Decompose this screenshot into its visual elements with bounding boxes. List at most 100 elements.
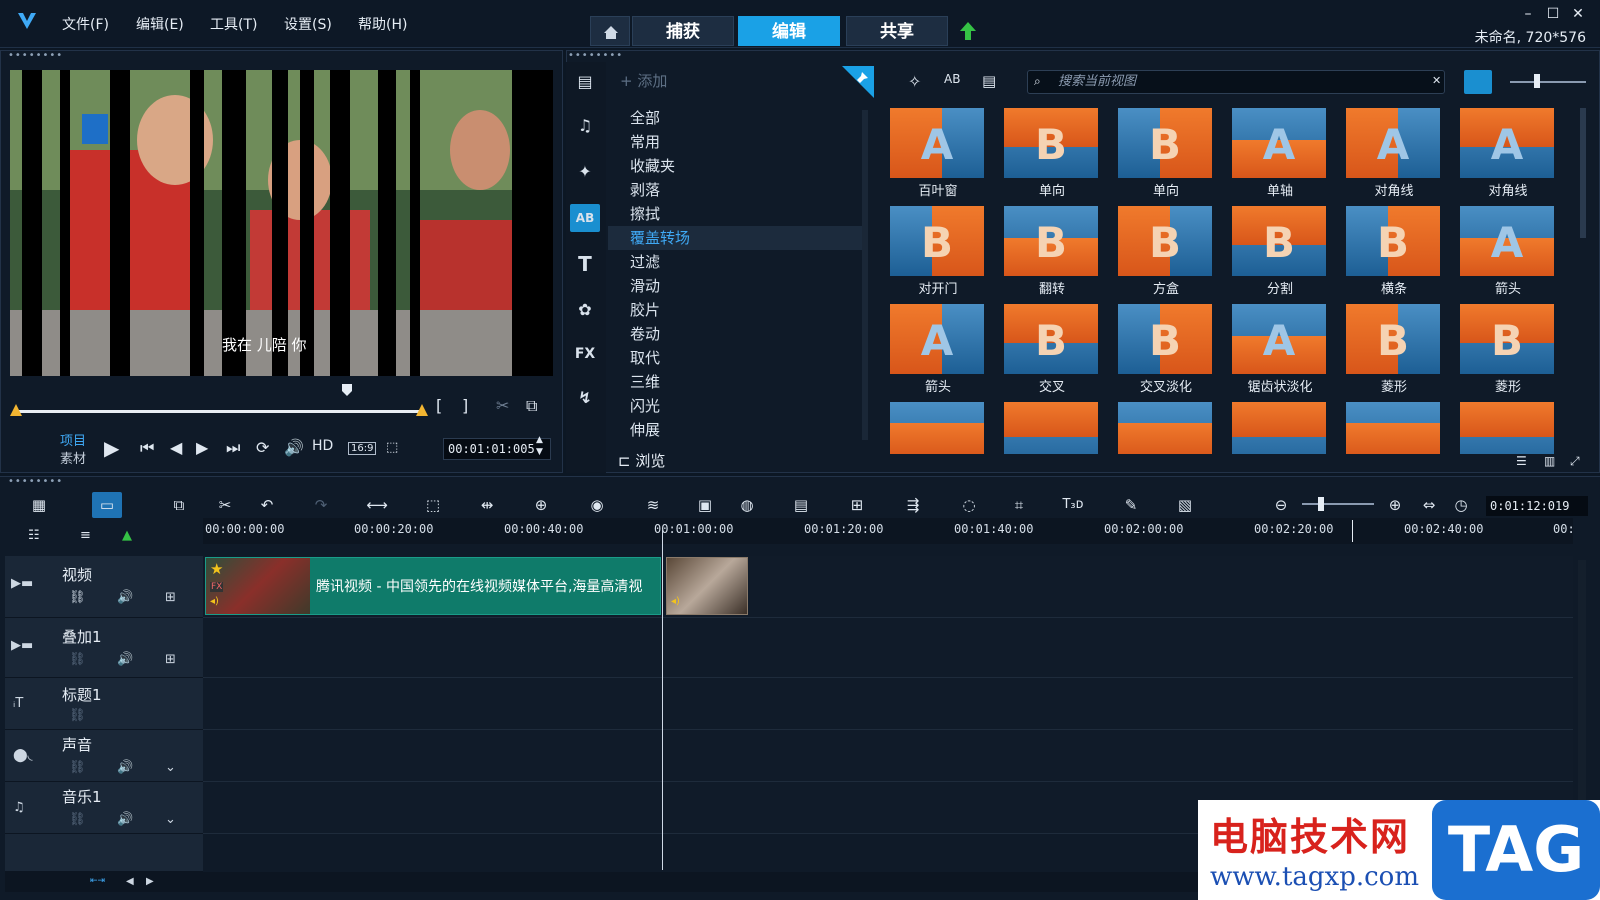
link-icon[interactable]: ⛓	[69, 760, 86, 775]
transition-thumbnail[interactable]: B 方盒	[1110, 204, 1222, 297]
category-item-active[interactable]: 覆盖转场	[608, 226, 862, 250]
mask-icon[interactable]: ◍	[732, 492, 762, 518]
timeline-timecode[interactable]: 0:01:12:019	[1486, 496, 1588, 516]
duration-clock-icon[interactable]: ◷	[1446, 492, 1476, 518]
mark-out-button[interactable]: ]	[462, 396, 468, 415]
filter-fx-icon[interactable]: FX	[570, 340, 600, 368]
tools-icon[interactable]: ✂	[210, 492, 240, 518]
category-item[interactable]: 卷动	[608, 322, 862, 346]
video-clip[interactable]: ★ FX ◂) 腾讯视频 - 中国领先的在线视频媒体平台,海量高清视	[205, 557, 661, 615]
timeline-vertical-scrollbar[interactable]	[1578, 560, 1586, 840]
insert-track-icon[interactable]: ▲	[122, 528, 132, 543]
clip-mode-label[interactable]: 素材	[60, 448, 86, 467]
transition-thumbnail[interactable]	[882, 400, 994, 454]
transition-thumbnail[interactable]: B 对开门	[882, 204, 994, 297]
transition-thumbnail[interactable]	[1224, 400, 1336, 454]
transition-icon[interactable]: AB	[570, 204, 600, 232]
apply-to-all-icon[interactable]: ▤	[982, 72, 996, 90]
timeline-view-icon[interactable]: ▭	[92, 492, 122, 518]
time-ruler[interactable]: 00:00:00:00 00:00:20:00 00:00:40:00 00:0…	[203, 518, 1575, 544]
graphic-icon[interactable]: ✿	[570, 296, 600, 324]
mute-icon[interactable]: 🔊	[117, 590, 133, 605]
title-track-lane[interactable]	[203, 678, 1573, 730]
apply-transition-icon[interactable]: AB	[944, 72, 960, 86]
transition-thumbnail[interactable]	[996, 400, 1108, 454]
list-view-icon[interactable]: ☰	[1516, 454, 1527, 468]
timecode-stepper-icon[interactable]: ▲ ▼	[536, 434, 543, 458]
category-item[interactable]: 闪光	[608, 394, 862, 418]
play-button[interactable]: ▶	[104, 436, 119, 460]
transition-thumbnail[interactable]: B 单向	[996, 106, 1108, 199]
zoom-slider-handle[interactable]	[1318, 497, 1324, 511]
project-mode-label[interactable]: 项目	[60, 430, 86, 449]
upload-icon[interactable]	[958, 20, 978, 42]
preview-timecode[interactable]: 00:01:01:005	[443, 438, 551, 460]
track-header-voice[interactable]: ⬤◟ 声音 ⛓ 🔊 ⌄	[5, 730, 203, 782]
playhead[interactable]	[662, 530, 663, 870]
trim-start-marker[interactable]	[10, 404, 22, 416]
tab-capture[interactable]: 捕获	[632, 16, 734, 46]
panel-grip[interactable]: ••••••••	[8, 476, 63, 487]
3d-title-icon[interactable]: T₃ᴅ	[1058, 492, 1088, 518]
transition-thumbnail[interactable]: B 菱形	[1338, 302, 1450, 395]
add-category-button[interactable]: + 添加	[620, 70, 667, 91]
category-item[interactable]: 滑动	[608, 274, 862, 298]
options-icon[interactable]: ⤢	[1570, 454, 1580, 469]
path-icon[interactable]: ↯	[570, 384, 600, 412]
transition-thumbnail[interactable]: A 百叶窗	[882, 106, 994, 199]
fit-timeline-icon[interactable]: ⇔	[1414, 492, 1444, 518]
transition-thumbnail[interactable]: B 单向	[1110, 106, 1222, 199]
pan-zoom-icon[interactable]: ▧	[1170, 492, 1200, 518]
tab-share[interactable]: 共享	[846, 16, 948, 46]
panel-grip[interactable]: ••••••••	[8, 50, 63, 61]
overlay-track-lane[interactable]	[203, 618, 1573, 678]
repeat-loop-icon[interactable]: ◌	[954, 492, 984, 518]
go-to-end-icon[interactable]: ⏭	[226, 438, 240, 458]
link-icon[interactable]: ⛓	[69, 708, 86, 723]
fit-project-icon[interactable]: ⟷	[362, 492, 392, 518]
menu-settings[interactable]: 设置(S)	[284, 14, 332, 34]
mute-icon[interactable]: 🔊	[117, 760, 133, 775]
audio-waveform-icon[interactable]: ≋	[638, 492, 668, 518]
enlarge-preview-icon[interactable]: ⧉	[526, 396, 537, 416]
grid-icon[interactable]: ⊞	[165, 590, 176, 605]
mask-creator-icon[interactable]: ✎	[1116, 492, 1146, 518]
category-item[interactable]: 取代	[608, 346, 862, 370]
volume-icon[interactable]: 🔊	[284, 438, 304, 457]
scissors-icon[interactable]: ✂	[496, 396, 509, 415]
multicam-icon[interactable]: ▣	[690, 492, 720, 518]
split-icon[interactable]: ⇹	[472, 492, 502, 518]
next-frame-icon[interactable]: ▶	[196, 438, 208, 457]
transition-thumbnail[interactable]: A 锯齿状淡化	[1224, 302, 1336, 395]
transition-thumbnail[interactable]: B 交叉	[996, 302, 1108, 395]
transition-thumbnail[interactable]: B 横条	[1338, 204, 1450, 297]
undo-icon[interactable]: ↶	[252, 492, 282, 518]
zoom-in-icon[interactable]: ⊕	[1380, 492, 1410, 518]
category-item[interactable]: 常用	[608, 130, 862, 154]
transition-thumbnail[interactable]: A 对角线	[1452, 106, 1564, 199]
media-icon[interactable]: ▤	[570, 68, 600, 96]
tab-edit[interactable]: 编辑	[738, 16, 840, 46]
transition-thumbnail[interactable]: B 交叉淡化	[1110, 302, 1222, 395]
repeat-icon[interactable]: ⟳	[256, 438, 269, 457]
transition-thumbnail[interactable]	[1110, 400, 1222, 454]
aspect-ratio-button[interactable]: 16:9	[348, 442, 377, 455]
scrub-bar[interactable]	[16, 410, 424, 413]
menu-edit[interactable]: 编辑(E)	[136, 14, 184, 34]
redo-icon[interactable]: ↷	[306, 492, 336, 518]
scrubber-handle[interactable]	[340, 383, 354, 397]
maximize-button[interactable]: ☐	[1543, 6, 1563, 22]
grid-scrollbar[interactable]	[1580, 108, 1586, 238]
category-item[interactable]: 伸展	[608, 418, 862, 442]
panel-grip[interactable]: ••••••••	[568, 50, 623, 61]
thumbnail-size-slider[interactable]	[1510, 81, 1586, 83]
transition-thumbnail[interactable]: B 菱形	[1452, 302, 1564, 395]
thumbnail-size-handle[interactable]	[1534, 74, 1540, 88]
mute-icon[interactable]: 🔊	[117, 652, 133, 667]
scroll-left-icon[interactable]: ◀	[126, 876, 134, 887]
category-scrollbar[interactable]	[862, 110, 868, 440]
link-icon[interactable]: ⛓	[69, 590, 86, 605]
copy-icon[interactable]: ⧉	[164, 492, 194, 518]
transition-thumbnail[interactable]: A 对角线	[1338, 106, 1450, 199]
grid-icon[interactable]: ⊞	[165, 652, 176, 667]
